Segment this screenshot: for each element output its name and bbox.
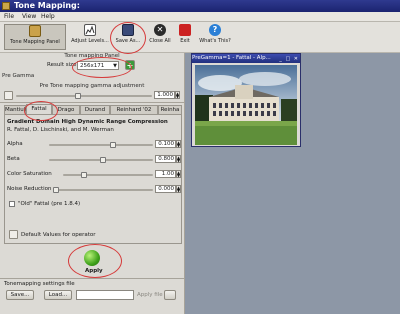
color-saturation-label: Color Saturation <box>7 171 52 177</box>
apply-file-button[interactable] <box>164 290 176 300</box>
window-controls-icon[interactable]: _ □ ✕ <box>279 55 299 63</box>
save-as-button[interactable]: Save As... <box>114 24 142 50</box>
app-icon <box>2 2 10 10</box>
subwindow-title: PreGamma=1 - Fattal - Alp... <box>192 55 271 61</box>
levels-icon <box>84 24 96 36</box>
fattal-authors: R. Fattal, D. Lischinski, and M. Werman <box>7 127 114 133</box>
separator <box>0 102 184 103</box>
pregamma-spin-arrows[interactable]: ▲ ▼ <box>175 91 180 99</box>
window-title: Tone Mapping: <box>14 1 80 10</box>
menu-file[interactable]: File <box>4 13 14 20</box>
menu-bar: File View Help <box>0 12 400 22</box>
tab-reinhard-05[interactable]: Reinha <box>158 105 182 114</box>
alpha-label: Alpha <box>7 141 23 147</box>
close-all-button[interactable]: ✕ Close All <box>146 24 174 50</box>
tone-mapping-window: Tone Mapping: File View Help Tone Mappin… <box>0 0 400 314</box>
noise-reduction-value[interactable]: 0.000 <box>155 185 176 193</box>
title-bar: Tone Mapping: <box>0 0 400 12</box>
alpha-value[interactable]: 0.100 <box>155 140 176 148</box>
color-saturation-slider[interactable] <box>63 172 153 178</box>
noise-reduction-slider-handle[interactable] <box>53 187 59 193</box>
color-saturation-value[interactable]: 1.00 <box>155 170 176 178</box>
adjust-levels-button[interactable]: Adjust Levels... <box>70 24 110 50</box>
separator <box>0 278 184 279</box>
apply-file-label[interactable]: Apply file <box>137 292 163 298</box>
pregamma-adjust-label: Pre Tone mapping gamma adjustment <box>39 83 145 89</box>
floppy-icon <box>122 24 134 36</box>
panel-icon <box>29 25 41 37</box>
tab-reinhard-02[interactable]: Reinhard '02 <box>110 105 158 114</box>
tab-drago[interactable]: Drago <box>52 105 80 114</box>
noise-reduction-slider[interactable] <box>53 187 153 193</box>
exit-button[interactable]: Exit <box>178 24 192 50</box>
operator-tabs: Mantiuk Fattal Drago Durand Reinhard '02… <box>4 104 182 114</box>
tone-mapping-panel-button[interactable]: Tone Mapping Panel <box>4 24 66 50</box>
old-fattal-checkbox[interactable] <box>9 201 15 207</box>
exit-icon <box>179 24 191 36</box>
subwindow-titlebar[interactable]: PreGamma=1 - Fattal - Alp... _ □ ✕ <box>192 54 300 63</box>
apply-icon[interactable] <box>84 250 100 266</box>
tab-mantiuk[interactable]: Mantiuk <box>4 105 27 114</box>
chevron-down-icon: ▼ <box>113 63 117 69</box>
tab-durand[interactable]: Durand <box>80 105 110 114</box>
alpha-slider-handle[interactable] <box>110 142 116 148</box>
pregamma-slider-handle[interactable] <box>75 93 81 99</box>
noise-reduction-label: Noise Reduction <box>7 186 52 192</box>
default-values-button[interactable] <box>9 230 18 239</box>
settings-file-label: Tonemapping settings file <box>4 281 75 287</box>
load-settings-button[interactable]: Load... <box>44 290 72 300</box>
beta-label: Beta <box>7 156 20 162</box>
fattal-heading: Gradient Domain High Dynamic Range Compr… <box>7 119 168 125</box>
color-saturation-slider-handle[interactable] <box>81 172 87 178</box>
result-subwindow: PreGamma=1 - Fattal - Alp... _ □ ✕ <box>191 53 301 147</box>
fattal-tab-body: Gradient Domain High Dynamic Range Compr… <box>4 114 182 244</box>
noise-reduction-spin-arrows[interactable]: ▲ ▼ <box>176 185 181 193</box>
apply-button[interactable]: Apply <box>85 268 103 274</box>
result-size-label: Result size <box>47 62 77 68</box>
color-saturation-spin-arrows[interactable]: ▲ ▼ <box>176 170 181 178</box>
pregamma-reset-button[interactable] <box>4 91 13 100</box>
alpha-slider[interactable] <box>49 142 153 148</box>
menu-help[interactable]: Help <box>41 13 55 20</box>
beta-spin-arrows[interactable]: ▲ ▼ <box>176 155 181 163</box>
old-fattal-label: "Old" Fattal (pre 1.8.4) <box>18 201 81 207</box>
beta-slider[interactable] <box>49 157 153 163</box>
pregamma-slider[interactable] <box>16 93 152 99</box>
settings-file-field[interactable] <box>76 290 134 300</box>
whats-this-button[interactable]: ? What's This? <box>196 24 234 50</box>
toolbar: Tone Mapping Panel Adjust Levels... Save… <box>0 22 400 53</box>
add-size-button[interactable]: + <box>125 60 135 70</box>
alpha-spin-arrows[interactable]: ▲ ▼ <box>176 140 181 148</box>
help-icon: ? <box>209 24 221 36</box>
default-values-label: Default Values for operator <box>21 232 96 238</box>
result-image <box>195 65 297 145</box>
beta-slider-handle[interactable] <box>100 157 106 163</box>
panel-heading: Tone mapping Panel <box>64 53 120 59</box>
tab-fattal[interactable]: Fattal <box>26 104 52 114</box>
pregamma-value[interactable]: 1.000 <box>154 91 175 99</box>
pregamma-heading: Pre Gamma <box>2 73 35 79</box>
save-settings-button[interactable]: Save... <box>6 290 34 300</box>
beta-value[interactable]: 0.800 <box>155 155 176 163</box>
result-size-combo[interactable]: 256x171 ▼ <box>77 61 119 70</box>
close-all-icon: ✕ <box>154 24 166 36</box>
menu-view[interactable]: View <box>22 13 36 20</box>
